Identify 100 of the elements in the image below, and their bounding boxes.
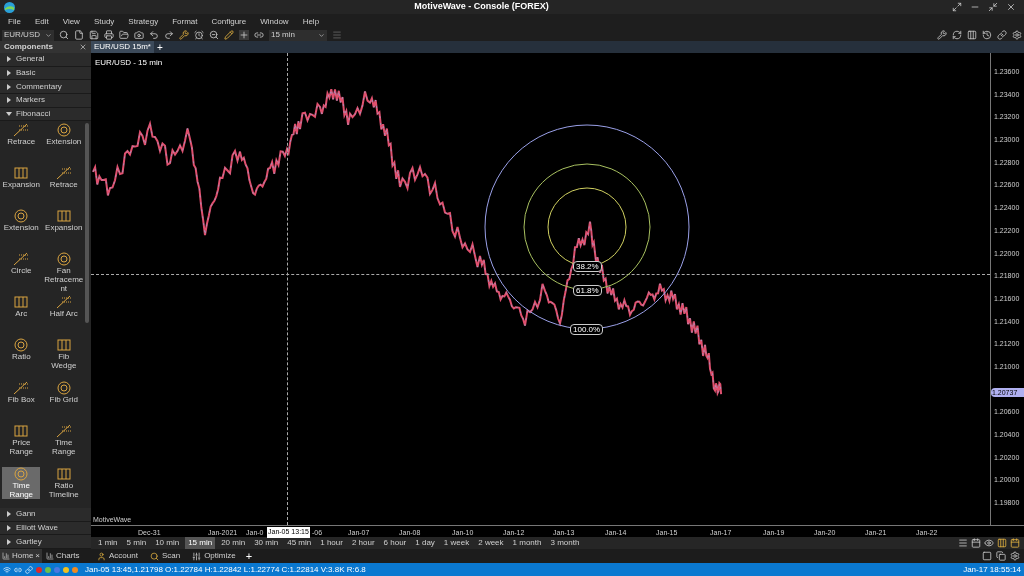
copy-icon[interactable] [996,551,1006,561]
settings-icon[interactable] [1010,551,1020,561]
history-icon[interactable] [982,30,992,40]
restore-icon[interactable] [988,2,998,12]
tool-item[interactable]: Retrace [44,166,83,190]
redo-icon[interactable] [164,30,174,40]
workspace-tab[interactable]: Account [91,550,144,562]
timeframe-button[interactable]: 2 week [475,537,507,549]
add-tab-button[interactable]: + [156,39,163,55]
fibonacci-tool-icon [13,295,30,310]
close-icon[interactable] [1006,2,1016,12]
camera-icon[interactable] [134,30,144,40]
zoom-out-icon[interactable] [209,30,219,40]
workspace-tab[interactable]: Optimize [186,550,242,562]
timeframe-button[interactable]: 10 min [152,537,183,549]
timeframe-button[interactable]: 20 min [218,537,249,549]
new-file-icon[interactable] [74,30,84,40]
folder-icon[interactable] [119,30,129,40]
fibonacci-level-label: 38.2% [573,261,602,272]
tool-item[interactable]: Time Range [44,424,83,457]
settings-icon[interactable] [1012,30,1022,40]
wrench-icon[interactable] [179,30,189,40]
pencil-icon[interactable] [224,30,234,40]
menu-item[interactable]: Window [260,15,289,28]
fibonacci-tool-icon [13,467,30,482]
tool-item[interactable]: Expansion [44,209,83,233]
tool-item[interactable]: Circle [2,252,41,276]
group-header[interactable]: General [0,53,91,67]
tool-item[interactable]: Retrace [2,123,41,147]
search-icon[interactable] [59,30,69,40]
tools-icon[interactable] [937,30,947,40]
fibonacci-tool-icon [13,381,30,396]
printer-icon[interactable] [104,30,114,40]
tool-item[interactable]: Fib Grid [44,381,83,405]
menu-item[interactable]: View [62,15,80,28]
timeframe-button[interactable]: 1 day [412,537,438,549]
symbol-dropdown[interactable]: EUR/USD [2,29,54,41]
tool-item[interactable]: Fib Box [2,381,41,405]
save-icon[interactable] [89,30,99,40]
timeframe-button[interactable]: 2 hour [348,537,378,549]
workspace-tab[interactable]: Charts [44,549,82,563]
timeframe-button[interactable]: 1 month [509,537,545,549]
timeframe-dropdown[interactable]: 15 min [269,29,327,41]
fibonacci-tool-icon [13,424,30,439]
crosshair-icon[interactable] [239,30,249,40]
menu-icon[interactable] [958,538,968,548]
tool-item[interactable]: Arc [2,295,41,319]
timeframe-button[interactable]: 1 min [95,537,121,549]
link-icon[interactable] [254,30,264,40]
tool-item[interactable]: Fan Retraceme nt [44,252,83,294]
tool-item[interactable]: Price Range [2,424,41,457]
fibonacci-tool-icon [55,424,72,439]
fibonacci-level-label: 61.8% [573,285,602,296]
tool-item[interactable]: Ratio Timeline [44,467,83,500]
workspace-tab[interactable]: Scan [143,550,187,562]
calendar-icon[interactable] [971,538,981,548]
tool-item[interactable]: Ratio [2,338,41,362]
tool-item[interactable]: Extension [44,123,83,147]
calendar-icon[interactable] [1010,538,1020,548]
menu-item[interactable]: Configure [211,15,247,28]
chart-tab[interactable]: EUR/USD 15m* [91,41,154,53]
group-header[interactable]: Commentary [0,80,91,94]
menu-item[interactable]: File [8,15,21,28]
timeframe-button[interactable]: 45 min [284,537,315,549]
panel-icon[interactable] [982,551,992,561]
timeframe-button[interactable]: 3 month [547,537,583,549]
fullscreen-icon[interactable] [952,2,962,12]
fibonacci-tool-icon [13,252,30,267]
tool-item[interactable]: Time Range [2,467,41,500]
close-icon[interactable] [79,43,87,51]
timeframe-button[interactable]: 5 min [123,537,150,549]
chart-title: EUR/USD - 15 min [95,57,163,69]
menu-item[interactable]: Study [93,15,115,28]
chart-icon [46,552,54,560]
timeframe-button[interactable]: 30 min [251,537,282,549]
fibonacci-tool-icon [55,338,72,353]
add-workspace-button[interactable]: + [241,547,257,565]
chain-icon[interactable] [997,30,1007,40]
group-header[interactable]: Gartley [0,535,91,549]
columns-icon[interactable] [967,30,977,40]
tool-item[interactable]: Expansion [2,166,41,190]
menu-item[interactable]: Format [172,15,198,28]
timeframe-button[interactable]: 15 min [185,537,216,549]
person-icon [97,551,106,561]
tool-item[interactable]: Fib Wedge [44,338,83,371]
menu-item[interactable]: Edit [34,15,49,28]
workspace-tab[interactable]: Home × [0,549,42,563]
tool-item[interactable]: Half Arc [44,295,83,319]
timeframe-button[interactable]: 1 week [440,537,473,549]
menu-item[interactable]: Strategy [128,15,159,28]
eye-icon[interactable] [984,538,994,548]
undo-icon[interactable] [149,30,159,40]
tool-item[interactable]: Extension [2,209,41,233]
menu-item[interactable]: Help [302,15,320,28]
group-header[interactable]: Gann [0,508,91,522]
refresh-icon[interactable] [952,30,962,40]
timeframe-button[interactable]: 1 hour [317,537,346,549]
scrollbar[interactable] [85,123,89,324]
alarm-clock-icon[interactable] [194,30,204,40]
timeframe-button[interactable]: 6 hour [380,537,410,549]
